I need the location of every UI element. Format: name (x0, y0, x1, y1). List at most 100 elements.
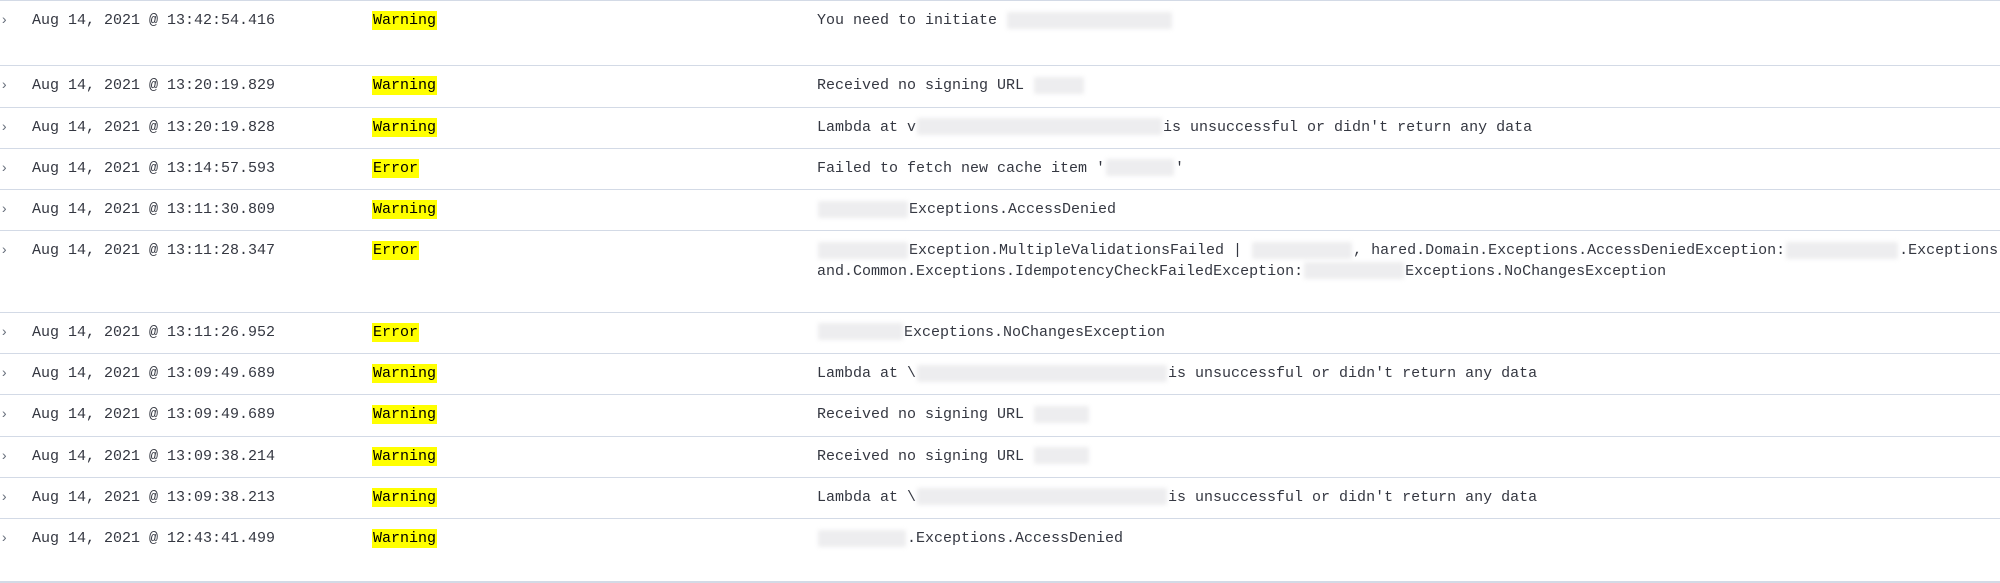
timestamp-cell: Aug 14, 2021 @ 13:11:30.809 (32, 188, 275, 231)
message-text: Exceptions.AccessDenied (909, 201, 1117, 218)
timestamp-value: Aug 14, 2021 @ 13:09:49.689 (32, 406, 276, 424)
row-expand-cell[interactable]: › (0, 517, 32, 582)
table-row[interactable]: › Aug 14, 2021 @ 12:43:41.499 Warning .E… (0, 517, 2000, 582)
timestamp-value: Aug 14, 2021 @ 13:20:19.829 (32, 77, 276, 95)
redacted-inline-value (1106, 159, 1175, 177)
table-row[interactable]: › Aug 14, 2021 @ 13:09:38.213 Warning La… (0, 476, 2000, 519)
table-row[interactable]: › Aug 14, 2021 @ 13:09:49.689 Warning Re… (0, 394, 2000, 436)
redacted-inline-value (1034, 447, 1090, 465)
message-text-tail: is unsuccessful or didn't return any dat… (1163, 118, 1533, 136)
row-expand-cell[interactable]: › (0, 476, 32, 519)
timestamp-cell: Aug 14, 2021 @ 12:43:41.499 (32, 517, 275, 582)
redacted-source-cell (462, 476, 817, 519)
status-badge: Error (372, 241, 420, 261)
status-badge: Warning (372, 117, 438, 137)
table-row[interactable]: › Aug 14, 2021 @ 13:14:57.593 Error Fail… (0, 147, 2000, 190)
status-badge: Error (372, 158, 420, 178)
redacted-inline-value (917, 118, 1163, 136)
chevron-right-icon[interactable]: › (0, 491, 14, 505)
log-level-cell: Warning (372, 106, 462, 149)
chevron-right-icon[interactable]: › (0, 408, 14, 422)
redacted-inline-value (917, 364, 1168, 382)
timestamp-cell: Aug 14, 2021 @ 13:14:57.593 (32, 147, 275, 190)
redacted-source-cell (462, 188, 817, 231)
redacted-inline-value (1034, 76, 1085, 94)
log-level-cell: Warning (372, 517, 462, 582)
message-text: You need to initiate (817, 12, 998, 29)
row-expand-cell[interactable]: › (0, 147, 32, 190)
redacted-source-cell (462, 65, 817, 107)
table-row[interactable]: › Aug 14, 2021 @ 13:20:19.828 Warning La… (0, 106, 2000, 149)
row-expand-cell[interactable]: › (0, 0, 32, 66)
chevron-right-icon[interactable]: › (0, 14, 14, 28)
timestamp-value: Aug 14, 2021 @ 13:14:57.593 (32, 159, 276, 177)
redacted-field-cell (252, 517, 372, 582)
chevron-right-icon[interactable]: › (0, 121, 14, 135)
row-expand-cell[interactable]: › (0, 352, 32, 395)
table-row[interactable]: › Aug 14, 2021 @ 13:42:54.416 Warning Yo… (0, 0, 2000, 66)
timestamp-cell: Aug 14, 2021 @ 13:09:38.214 (32, 435, 275, 478)
row-expand-cell[interactable]: › (0, 65, 32, 107)
redacted-inline-value (818, 241, 908, 259)
redacted-inline-value (1252, 241, 1353, 259)
redacted-source-cell (462, 435, 817, 478)
status-badge: Warning (372, 11, 438, 30)
redacted-inline-value (1786, 241, 1899, 259)
table-row[interactable]: › Aug 14, 2021 @ 13:11:28.347 Error Exce… (0, 230, 2000, 313)
message-text-tail: is unsuccessful or didn't return any dat… (1168, 365, 1538, 382)
message-text: Received no signing URL (817, 406, 1025, 424)
timestamp-value: Aug 14, 2021 @ 13:09:49.689 (32, 365, 276, 382)
row-expand-cell[interactable]: › (0, 394, 32, 436)
row-expand-cell[interactable]: › (0, 435, 32, 478)
table-row[interactable]: › Aug 14, 2021 @ 13:09:49.689 Warning La… (0, 352, 2000, 395)
status-badge: Warning (372, 446, 438, 466)
table-row[interactable]: › Aug 14, 2021 @ 13:11:26.952 Error Exce… (0, 311, 2000, 354)
message-cell: Received no signing URL (817, 394, 2000, 436)
log-table-body: › Aug 14, 2021 @ 13:42:54.416 Warning Yo… (0, 0, 2000, 582)
redacted-source-cell (462, 106, 817, 149)
message-text: Failed to fetch new cache item ' (817, 159, 1106, 177)
redacted-source-cell (462, 394, 817, 436)
message-cell: .Exceptions.AccessDenied (817, 517, 2000, 582)
timestamp-cell: Aug 14, 2021 @ 13:20:19.829 (32, 65, 275, 107)
timestamp-value: Aug 14, 2021 @ 12:43:41.499 (32, 530, 276, 547)
row-expand-cell[interactable]: › (0, 230, 32, 313)
status-badge: Warning (372, 487, 438, 507)
message-cell: Exceptions.AccessDenied (817, 188, 2000, 231)
chevron-right-icon[interactable]: › (0, 203, 14, 217)
timestamp-value: Aug 14, 2021 @ 13:42:54.416 (32, 12, 276, 29)
message-cell: Lambda at v is unsuccessful or didn't ret… (817, 106, 2000, 149)
message-text: Lambda at v (817, 118, 917, 136)
chevron-right-icon[interactable]: › (0, 79, 14, 93)
row-expand-cell[interactable]: › (0, 106, 32, 149)
row-expand-cell[interactable]: › (0, 311, 32, 354)
message-text-tail: is unsuccessful or didn't return any dat… (1168, 488, 1538, 506)
log-level-cell: Warning (372, 476, 462, 519)
chevron-right-icon[interactable]: › (0, 162, 14, 176)
redacted-source-cell (462, 147, 817, 190)
chevron-right-icon[interactable]: › (0, 367, 14, 381)
timestamp-cell: Aug 14, 2021 @ 13:42:54.416 (32, 0, 275, 66)
table-row[interactable]: › Aug 14, 2021 @ 13:20:19.829 Warning Re… (0, 65, 2000, 107)
message-cell: Exception.MultipleValidationsFailed | , … (817, 230, 2000, 313)
timestamp-cell: Aug 14, 2021 @ 13:09:49.689 (32, 352, 275, 395)
table-row[interactable]: › Aug 14, 2021 @ 13:11:30.809 Warning Ex… (0, 188, 2000, 231)
log-level-cell: Warning (372, 0, 462, 66)
timestamp-value: Aug 14, 2021 @ 13:09:38.214 (32, 447, 276, 465)
timestamp-cell: Aug 14, 2021 @ 13:11:26.952 (32, 311, 275, 354)
row-expand-cell[interactable]: › (0, 188, 32, 231)
log-level-cell: Warning (372, 435, 462, 478)
log-level-cell: Warning (372, 65, 462, 107)
status-badge: Warning (372, 200, 438, 219)
timestamp-value: Aug 14, 2021 @ 13:11:26.952 (32, 323, 276, 341)
redacted-inline-value (1304, 262, 1405, 280)
table-row[interactable]: › Aug 14, 2021 @ 13:09:38.214 Warning Re… (0, 435, 2000, 478)
chevron-right-icon[interactable]: › (0, 450, 14, 464)
timestamp-cell: Aug 14, 2021 @ 13:09:49.689 (32, 394, 275, 436)
status-badge: Warning (372, 529, 438, 548)
timestamp-value: Aug 14, 2021 @ 13:11:30.809 (32, 201, 276, 218)
chevron-right-icon[interactable]: › (0, 326, 14, 340)
chevron-right-icon[interactable]: › (0, 532, 14, 546)
chevron-right-icon[interactable]: › (0, 244, 14, 258)
log-level-cell: Error (372, 311, 462, 354)
